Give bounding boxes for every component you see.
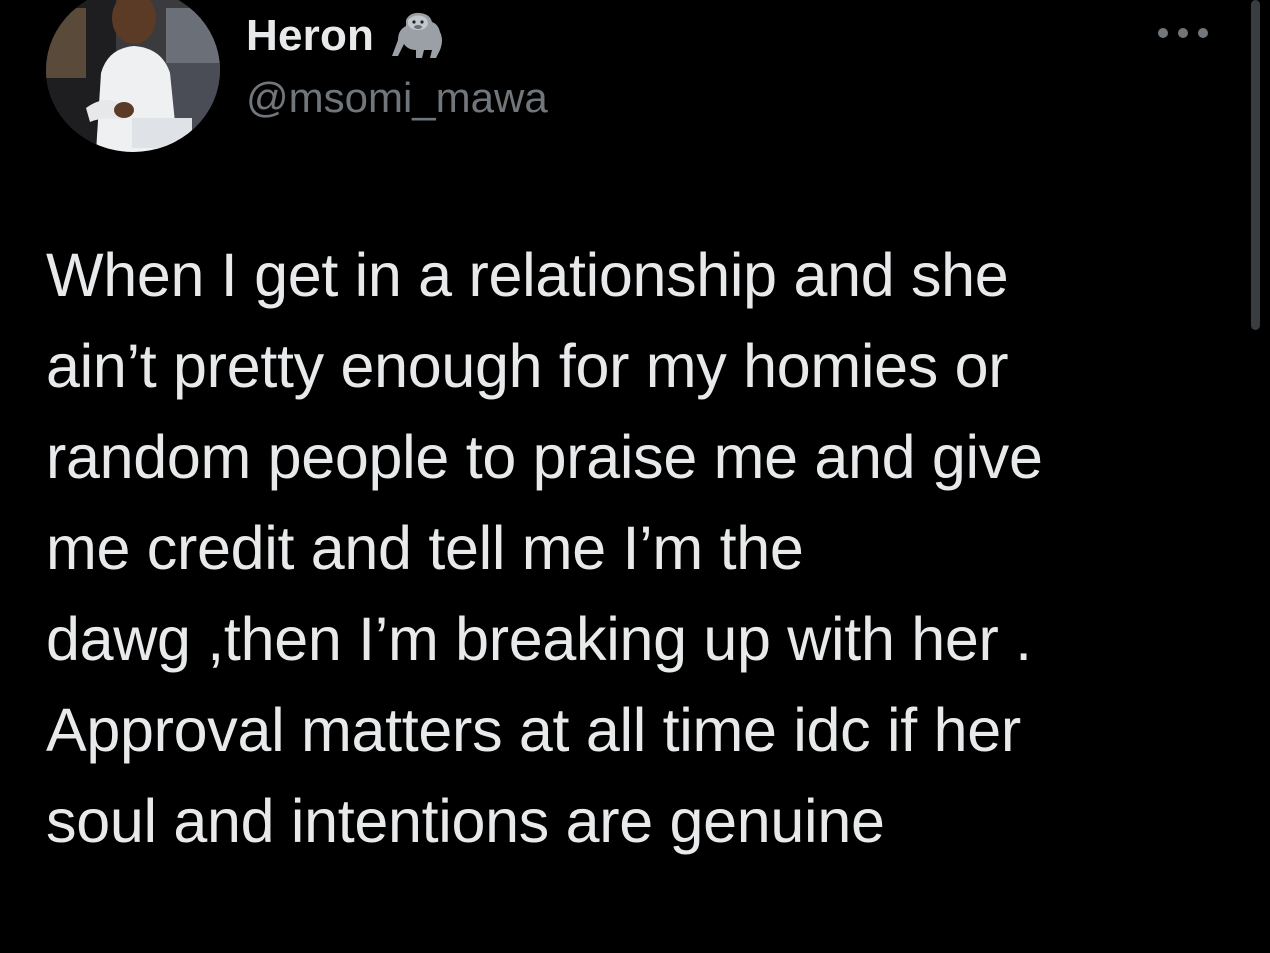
tweet-text-line: random people to praise me and give — [46, 423, 1043, 491]
more-dots-icon — [1178, 28, 1188, 38]
more-dots-icon — [1158, 28, 1168, 38]
tweet-text-line: soul and intentions are genuine — [46, 787, 885, 855]
scrollbar-thumb[interactable] — [1251, 0, 1260, 330]
avatar[interactable] — [46, 0, 220, 152]
author-name-row: Heron — [246, 8, 448, 64]
username-handle[interactable]: @msomi_mawa — [246, 74, 548, 122]
tweet-text-line: When I get in a relationship and she — [46, 241, 1009, 309]
more-dots-icon — [1198, 28, 1208, 38]
tweet-text-line: me credit and tell me I’m the — [46, 514, 804, 582]
tweet-text: When I get in a relationship and she ain… — [46, 230, 1216, 867]
tweet-text-line: Approval matters at all time idc if her — [46, 696, 1021, 764]
display-name[interactable]: Heron — [246, 11, 374, 61]
tweet-text-line: ain’t pretty enough for my homies or — [46, 332, 1009, 400]
more-options-button[interactable] — [1158, 18, 1208, 48]
gorilla-icon — [388, 10, 448, 62]
avatar-photo — [46, 0, 220, 152]
tweet-text-line: dawg ,then I’m breaking up with her . — [46, 605, 1032, 673]
tweet-card: Heron @msomi_mawa When I get in a relati… — [0, 0, 1270, 953]
